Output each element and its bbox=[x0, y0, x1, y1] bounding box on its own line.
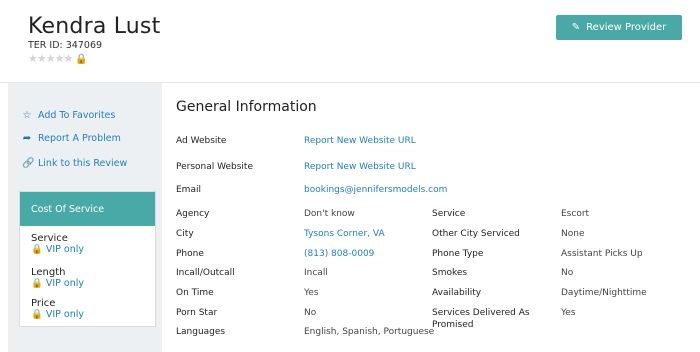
field-value: Yes bbox=[304, 288, 319, 298]
field-label: Smokes bbox=[432, 268, 468, 278]
general-information-section: General Information Ad Website Report Ne… bbox=[162, 83, 700, 352]
cost-of-service-title: Cost Of Service bbox=[20, 192, 155, 226]
edit-icon: ✎ bbox=[571, 22, 581, 33]
field-label: Other City Serviced bbox=[432, 229, 520, 239]
field-label: Porn Star bbox=[176, 308, 218, 318]
section-title: General Information bbox=[176, 99, 317, 115]
vip-only-link[interactable]: 🔒 VIP only bbox=[31, 309, 84, 320]
field-value: Daytime/Nighttime bbox=[561, 288, 647, 298]
rating-stars: ★★★★★ 🔒 bbox=[28, 52, 88, 65]
cost-item-service: Service 🔒 VIP only bbox=[31, 233, 84, 255]
field-value: No bbox=[304, 308, 317, 318]
field-label: Personal Website bbox=[176, 162, 253, 172]
field-label: Incall/Outcall bbox=[176, 268, 235, 278]
vip-only-link[interactable]: 🔒 VIP only bbox=[31, 278, 84, 289]
sidebar: ☆ Add To Favorites ➦ Report A Problem 🔗 … bbox=[8, 83, 162, 352]
lock-icon: 🔒 bbox=[31, 309, 43, 320]
field-label: City bbox=[176, 229, 194, 239]
cost-of-service-panel: Cost Of Service Service 🔒 VIP only Lengt… bbox=[19, 191, 156, 327]
link-icon: 🔗 bbox=[22, 158, 35, 169]
report-problem-label: Report A Problem bbox=[38, 133, 121, 144]
field-label: Availability bbox=[432, 288, 482, 298]
add-to-favorites-link[interactable]: ☆ Add To Favorites bbox=[22, 110, 116, 121]
field-label: Phone Type bbox=[432, 249, 484, 259]
star-icon: ☆ bbox=[22, 110, 32, 121]
cost-item-label: Length bbox=[31, 267, 66, 278]
ter-id: TER ID: 347069 bbox=[28, 40, 103, 51]
personal-website-link[interactable]: Report New Website URL bbox=[304, 161, 416, 173]
field-value: Assistant Picks Up bbox=[561, 249, 643, 259]
field-label: Agency bbox=[176, 209, 210, 219]
report-problem-link[interactable]: ➦ Report A Problem bbox=[22, 133, 121, 144]
field-label: Phone bbox=[176, 249, 204, 259]
add-to-favorites-label: Add To Favorites bbox=[38, 110, 116, 121]
ad-website-link[interactable]: Report New Website URL bbox=[304, 135, 416, 147]
cost-item-label: Price bbox=[31, 298, 56, 309]
field-label: Languages bbox=[176, 327, 226, 337]
field-label: Ad Website bbox=[176, 136, 227, 146]
email-link[interactable]: bookings@jennifersmodels.com bbox=[304, 184, 447, 196]
cost-item-price: Price 🔒 VIP only bbox=[31, 298, 84, 320]
field-label: Service bbox=[432, 209, 466, 219]
field-value: Yes bbox=[561, 308, 576, 318]
lock-icon: 🔒 bbox=[31, 244, 43, 255]
link-to-review-link[interactable]: 🔗 Link to this Review bbox=[22, 158, 127, 169]
field-value: No bbox=[561, 268, 574, 278]
cost-item-length: Length 🔒 VIP only bbox=[31, 267, 84, 289]
field-value: Escort bbox=[561, 209, 590, 219]
city-link[interactable]: Tysons Corner, VA bbox=[304, 228, 385, 240]
lock-icon: 🔒 bbox=[75, 54, 87, 65]
provider-header: Kendra Lust TER ID: 347069 ★★★★★ 🔒 ✎ Revi… bbox=[0, 0, 700, 83]
field-value: None bbox=[561, 229, 585, 239]
field-label: Email bbox=[176, 185, 201, 195]
review-provider-button[interactable]: ✎ Review Provider bbox=[556, 15, 682, 40]
field-label: On Time bbox=[176, 288, 214, 298]
field-value: English, Spanish, Portuguese bbox=[304, 327, 435, 337]
lock-icon: 🔒 bbox=[31, 278, 43, 289]
cost-item-label: Service bbox=[31, 233, 68, 244]
phone-link[interactable]: (813) 808-0009 bbox=[304, 248, 374, 260]
star-icons: ★★★★★ bbox=[28, 52, 73, 65]
review-provider-label: Review Provider bbox=[586, 22, 667, 33]
field-value: Don't know bbox=[304, 209, 355, 219]
vip-only-link[interactable]: 🔒 VIP only bbox=[31, 244, 84, 255]
field-label: Services Delivered As Promised bbox=[432, 308, 530, 330]
provider-name: Kendra Lust bbox=[28, 14, 161, 39]
share-arrow-icon: ➦ bbox=[22, 133, 32, 144]
field-value: Incall bbox=[304, 268, 328, 278]
link-to-review-label: Link to this Review bbox=[38, 158, 128, 169]
